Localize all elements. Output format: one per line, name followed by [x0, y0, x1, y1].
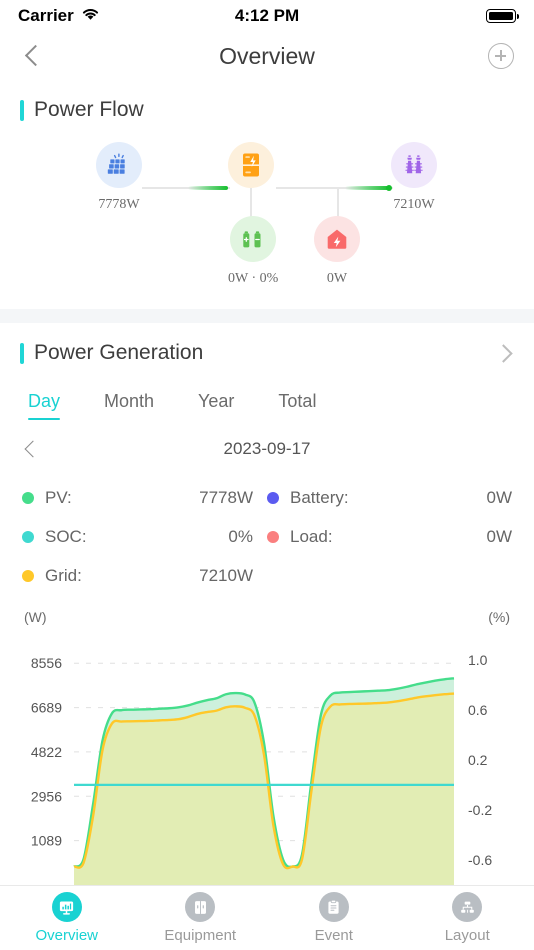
legend-label-load: Load: [290, 526, 333, 546]
navigation-bar: Overview [0, 32, 534, 80]
chart-left-axis-unit: (W) [24, 609, 47, 625]
tab-overview-label: Overview [35, 927, 98, 944]
legend-item-battery: Battery: 0W [267, 488, 512, 508]
wifi-icon [81, 6, 100, 26]
legend-dot-soc [22, 530, 34, 543]
power-generation-header: Power Generation [0, 323, 534, 371]
power-generation-card: Power Generation Day Month Year Total 20… [0, 323, 534, 899]
solar-panel-icon [96, 142, 142, 188]
legend-dot-battery [267, 491, 279, 504]
clipboard-icon [318, 892, 349, 922]
hierarchy-icon [452, 892, 483, 922]
legend-value-grid: 7210W [199, 565, 253, 585]
section-accent-bar [20, 342, 24, 364]
power-flow-header: Power Flow [0, 80, 534, 128]
tab-overview[interactable]: Overview [0, 892, 134, 944]
flow-node-pv-value: 7778W [98, 197, 140, 212]
bottom-tab-bar: Overview Equipment Event Layout [0, 885, 534, 950]
legend-label-soc: SOC: [45, 526, 87, 546]
legend-item-pv: PV: 7778W [22, 488, 267, 508]
monitor-chart-icon [51, 892, 82, 922]
battery-pack-icon [230, 216, 277, 262]
power-generation-detail-button[interactable] [494, 343, 514, 363]
inverter-icon [228, 142, 274, 188]
legend-row: SOC: 0% Load: 0W [22, 517, 512, 556]
legend-label-pv: PV: [45, 487, 72, 507]
tab-layout[interactable]: Layout [401, 892, 534, 944]
svg-text:2956: 2956 [31, 788, 62, 804]
flow-node-grid-value: 7210W [393, 197, 435, 212]
date-navigator: 2023-09-17 [0, 422, 534, 462]
svg-text:1089: 1089 [31, 833, 62, 849]
tab-event-label: Event [314, 927, 353, 944]
svg-text:6689: 6689 [31, 700, 62, 716]
tab-day[interactable]: Day [6, 387, 82, 422]
chart-legend: PV: 7778W Battery: 0W SOC: 0% Load: 0W G… [0, 462, 534, 595]
status-bar-right [486, 9, 520, 23]
legend-item-load: Load: 0W [267, 527, 512, 547]
flow-animation-grid [345, 186, 390, 190]
tab-layout-label: Layout [444, 927, 490, 944]
tab-equipment-label: Equipment [164, 927, 237, 944]
back-button[interactable] [20, 43, 46, 69]
power-generation-title: Power Generation [34, 341, 204, 364]
tab-total[interactable]: Total [256, 387, 338, 422]
flow-animation-pv [188, 186, 228, 190]
legend-item-soc: SOC: 0% [22, 527, 267, 547]
flow-node-inverter[interactable] [228, 142, 274, 197]
legend-item-grid: Grid: 7210W [22, 566, 267, 586]
legend-value-soc: 0% [228, 526, 253, 546]
svg-text:1.0: 1.0 [468, 652, 488, 668]
chart-right-axis-unit: (%) [488, 609, 510, 625]
svg-text:-0.2: -0.2 [468, 802, 492, 818]
flow-node-home-value: 0W [326, 271, 348, 286]
flow-node-battery[interactable]: 0W · 0% [228, 216, 278, 287]
power-flow-card: Power Flow 7778W 7210W 0W · 0% 0W [0, 80, 534, 309]
battery-full-icon [486, 9, 520, 23]
cabinet-icon [185, 892, 216, 922]
tab-year[interactable]: Year [176, 387, 256, 422]
legend-dot-grid [22, 569, 34, 582]
legend-value-pv: 7778W [199, 487, 253, 507]
section-divider [0, 309, 534, 323]
add-button[interactable] [488, 43, 514, 69]
legend-dot-pv [22, 491, 34, 504]
flow-node-battery-value: 0W · 0% [228, 271, 279, 286]
svg-text:0.2: 0.2 [468, 752, 488, 768]
svg-text:4822: 4822 [31, 744, 62, 760]
grid-tower-icon [391, 142, 437, 188]
tab-event[interactable]: Event [267, 892, 401, 944]
generation-chart[interactable]: (W) (%) 8556 6689 4822 2956 1089 1.0 0.6 0.2 -0.… [0, 609, 534, 899]
tab-equipment[interactable]: Equipment [134, 892, 268, 944]
carrier-label: Carrier [18, 6, 74, 25]
legend-row: Grid: 7210W [22, 556, 512, 595]
legend-label-grid: Grid: [45, 565, 82, 585]
flow-node-grid[interactable]: 7210W [391, 142, 437, 213]
status-bar-left: Carrier [18, 6, 100, 26]
svg-text:-0.6: -0.6 [468, 852, 492, 868]
legend-value-load: 0W [486, 526, 513, 546]
legend-label-battery: Battery: [290, 487, 349, 507]
flow-node-home[interactable]: 0W [314, 216, 360, 287]
chart-canvas: 8556 6689 4822 2956 1089 1.0 0.6 0.2 -0.2 -0.6 [31, 652, 492, 885]
previous-date-button[interactable] [20, 438, 42, 460]
legend-value-battery: 0W [486, 487, 513, 507]
section-accent-bar [20, 99, 24, 121]
power-flow-diagram: 7778W 7210W 0W · 0% 0W [0, 134, 534, 309]
legend-row: PV: 7778W Battery: 0W [22, 478, 512, 517]
current-date-label: 2023-09-17 [223, 439, 311, 458]
status-bar: Carrier 4:12 PM [0, 0, 534, 32]
legend-dot-load [267, 530, 279, 543]
connector-grid-home [337, 188, 339, 218]
home-load-icon [314, 216, 360, 262]
power-flow-title: Power Flow [34, 98, 144, 121]
page-title: Overview [219, 42, 315, 69]
svg-text:8556: 8556 [31, 655, 62, 671]
tab-month[interactable]: Month [82, 387, 176, 422]
period-tabs: Day Month Year Total [0, 371, 534, 422]
flow-node-pv[interactable]: 7778W [96, 142, 142, 213]
svg-text:0.6: 0.6 [468, 702, 488, 718]
